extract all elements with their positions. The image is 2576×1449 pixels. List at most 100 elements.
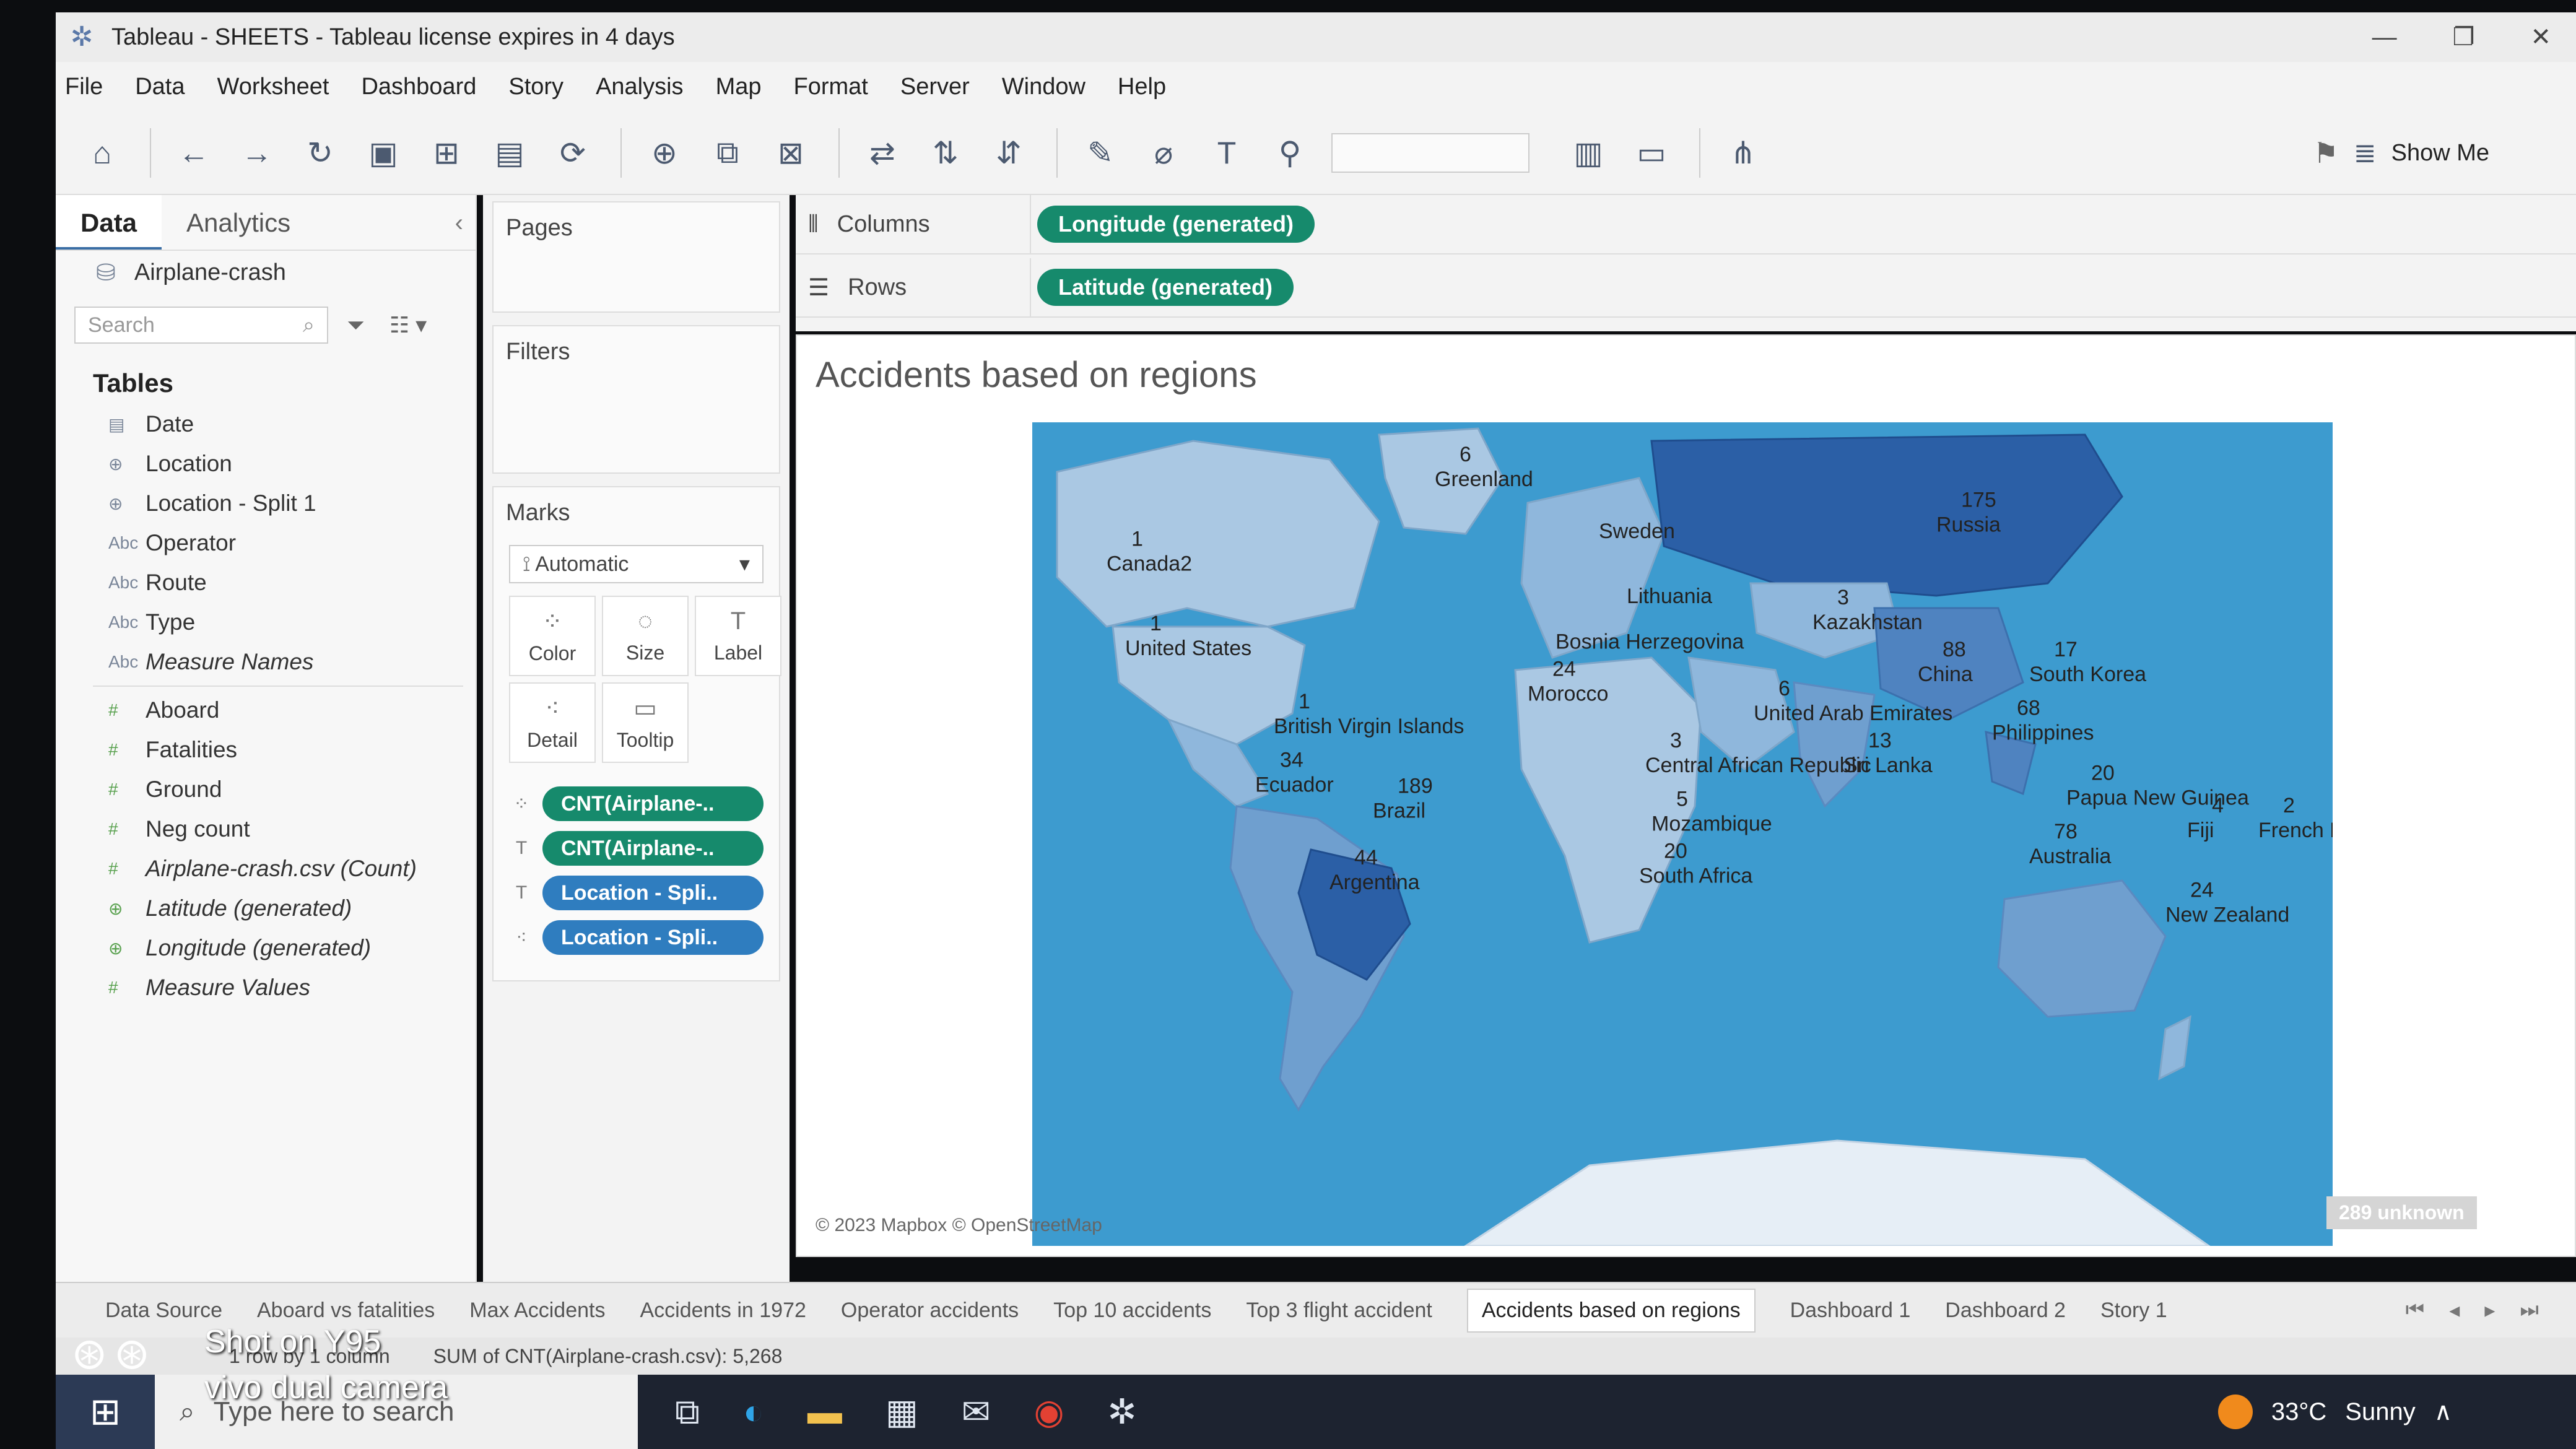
unknown-indicator[interactable]: 289 unknown bbox=[2326, 1196, 2477, 1229]
search-input[interactable]: Search ⌕ bbox=[74, 307, 328, 344]
fit-dropdown[interactable] bbox=[1331, 133, 1530, 173]
chrome-icon[interactable]: ◉ bbox=[1034, 1391, 1064, 1433]
field-item[interactable]: ⊕ Location - Split 1 bbox=[56, 484, 476, 523]
field-item[interactable]: Abc Operator bbox=[56, 523, 476, 563]
save-icon[interactable]: ▣ bbox=[362, 131, 405, 175]
field-item[interactable]: # Measure Values bbox=[56, 968, 476, 1007]
field-item[interactable]: Abc Route bbox=[56, 563, 476, 603]
filled-map[interactable]: 6 Greenland 1 Canada2 1 United States 1 British… bbox=[1032, 422, 2333, 1246]
field-item[interactable]: # Fatalities bbox=[56, 730, 476, 770]
store-icon[interactable]: ▦ bbox=[886, 1391, 918, 1433]
menu-data[interactable]: Data bbox=[135, 74, 185, 100]
sort-ascending-icon[interactable]: ⇅ bbox=[924, 131, 967, 175]
mark-type-dropdown[interactable]: ⟟ Automatic ▾ bbox=[509, 545, 764, 583]
field-item[interactable]: ⊕ Location bbox=[56, 444, 476, 484]
columns-pill[interactable]: Longitude (generated) bbox=[1037, 206, 1315, 243]
menu-window[interactable]: Window bbox=[1002, 74, 1086, 100]
first-sheet-icon[interactable]: ⏮ bbox=[2406, 1298, 2425, 1323]
sheet-tab[interactable]: Operator accidents bbox=[841, 1299, 1019, 1323]
size-mark-button[interactable]: ◌ Size bbox=[602, 596, 689, 676]
pin-icon[interactable]: ⚲ bbox=[1268, 131, 1312, 175]
highlight-icon[interactable]: ✎ bbox=[1079, 131, 1122, 175]
show-me-button[interactable]: ⚑ ≣ Show Me bbox=[2313, 136, 2489, 170]
sheet-tab[interactable]: Accidents based on regions bbox=[1466, 1288, 1756, 1333]
field-item[interactable]: ⊕ Latitude (generated) bbox=[56, 889, 476, 928]
sheet-tab[interactable]: Accidents in 1972 bbox=[640, 1299, 806, 1323]
field-item[interactable]: # Airplane-crash.csv (Count) bbox=[56, 849, 476, 889]
duplicate-sheet-icon[interactable]: ⧉ bbox=[706, 131, 749, 175]
file-explorer-icon[interactable]: ▬ bbox=[807, 1391, 842, 1433]
view-options-icon[interactable]: ☷ ▾ bbox=[389, 312, 427, 339]
field-item[interactable]: ⊕ Longitude (generated) bbox=[56, 928, 476, 968]
mark-pill[interactable]: Location - Spli.. bbox=[542, 920, 764, 955]
sheet-tab[interactable]: Max Accidents bbox=[469, 1299, 605, 1323]
group-icon[interactable]: ⌀ bbox=[1142, 131, 1185, 175]
clear-sheet-icon[interactable]: ⊠ bbox=[769, 131, 812, 175]
weather-widget[interactable]: 33°C Sunny ∧ bbox=[2217, 1395, 2452, 1429]
chevron-up-icon[interactable]: ∧ bbox=[2434, 1398, 2452, 1426]
new-datasource-icon[interactable]: ⊞ bbox=[425, 131, 468, 175]
new-worksheet-icon[interactable]: ⊕ bbox=[643, 131, 686, 175]
pages-card[interactable]: Pages bbox=[492, 201, 780, 313]
columns-shelf[interactable]: ⦀ Columns Longitude (generated) bbox=[796, 195, 2576, 255]
menu-story[interactable]: Story bbox=[508, 74, 564, 100]
mail-icon[interactable]: ✉ bbox=[962, 1391, 991, 1433]
sheet-tab[interactable]: Story 1 bbox=[2100, 1299, 2167, 1323]
chevron-left-icon[interactable]: ‹ bbox=[455, 195, 463, 250]
field-item[interactable]: Abc Measure Names bbox=[56, 642, 476, 682]
home-icon[interactable]: ⌂ bbox=[80, 131, 124, 175]
sheet-tab[interactable]: Dashboard 2 bbox=[1945, 1299, 2066, 1323]
country-canada[interactable] bbox=[1056, 440, 1380, 628]
tableau-taskbar-icon[interactable]: ✲ bbox=[1108, 1391, 1137, 1433]
menu-analysis[interactable]: Analysis bbox=[596, 74, 684, 100]
redo-icon[interactable]: → bbox=[235, 131, 279, 175]
tab-data[interactable]: Data bbox=[56, 195, 162, 250]
last-sheet-icon[interactable]: ⏭ bbox=[2520, 1298, 2539, 1323]
field-item[interactable]: Abc Type bbox=[56, 603, 476, 642]
minimize-icon[interactable]: — bbox=[2372, 24, 2397, 51]
sort-descending-icon[interactable]: ⇵ bbox=[987, 131, 1030, 175]
prev-sheet-icon[interactable]: ◂ bbox=[2449, 1298, 2460, 1323]
share-icon[interactable]: ⋔ bbox=[1721, 131, 1765, 175]
field-item[interactable]: ▤ Date bbox=[56, 404, 476, 444]
menu-help[interactable]: Help bbox=[1118, 74, 1166, 100]
menu-server[interactable]: Server bbox=[900, 74, 970, 100]
menu-file[interactable]: File bbox=[65, 74, 103, 100]
menu-dashboard[interactable]: Dashboard bbox=[361, 74, 476, 100]
datasource-item[interactable]: ⛁ Airplane-crash bbox=[56, 251, 476, 294]
menu-worksheet[interactable]: Worksheet bbox=[217, 74, 329, 100]
rows-pill[interactable]: Latitude (generated) bbox=[1037, 269, 1294, 306]
filter-icon[interactable]: ⏷ bbox=[347, 312, 365, 339]
sheet-tab[interactable]: Top 3 flight accident bbox=[1246, 1299, 1432, 1323]
refresh-icon[interactable]: ⟳ bbox=[551, 131, 594, 175]
sheet-tab[interactable]: Dashboard 1 bbox=[1790, 1299, 1911, 1323]
filters-card[interactable]: Filters bbox=[492, 325, 780, 474]
menu-format[interactable]: Format bbox=[793, 74, 868, 100]
restore-icon[interactable]: ❐ bbox=[2453, 23, 2475, 51]
field-item[interactable]: # Ground bbox=[56, 770, 476, 809]
label-mark-button[interactable]: T Label bbox=[695, 596, 781, 676]
windows-start-button[interactable]: ⊞ bbox=[56, 1375, 155, 1449]
tooltip-mark-button[interactable]: ▭ Tooltip bbox=[602, 682, 689, 763]
mark-pill[interactable]: CNT(Airplane-.. bbox=[542, 786, 764, 821]
sheet-tab[interactable]: Top 10 accidents bbox=[1053, 1299, 1211, 1323]
undo-icon[interactable]: ← bbox=[172, 131, 215, 175]
menu-map[interactable]: Map bbox=[716, 74, 762, 100]
edge-browser-icon[interactable]: ◐ bbox=[743, 1391, 764, 1433]
detail-mark-button[interactable]: ⁖ Detail bbox=[509, 682, 596, 763]
close-icon[interactable]: ✕ bbox=[2530, 23, 2551, 51]
show-labels-icon[interactable]: T bbox=[1205, 131, 1248, 175]
replay-icon[interactable]: ↻ bbox=[298, 131, 342, 175]
show-cards-icon[interactable]: ▥ bbox=[1567, 131, 1610, 175]
next-sheet-icon[interactable]: ▸ bbox=[2484, 1298, 2495, 1323]
pin-tooltip-icon[interactable]: ⚑ bbox=[2313, 136, 2338, 170]
rows-shelf[interactable]: ☰ Rows Latitude (generated) bbox=[796, 258, 2576, 318]
swap-icon[interactable]: ⇄ bbox=[861, 131, 904, 175]
mark-pill[interactable]: CNT(Airplane-.. bbox=[542, 831, 764, 866]
field-item[interactable]: # Aboard bbox=[56, 690, 476, 730]
tab-analytics[interactable]: Analytics bbox=[162, 195, 315, 250]
task-view-icon[interactable]: ⧉ bbox=[675, 1391, 700, 1433]
mark-pill[interactable]: Location - Spli.. bbox=[542, 876, 764, 910]
presentation-icon[interactable]: ▭ bbox=[1630, 131, 1673, 175]
color-mark-button[interactable]: ⁘ Color bbox=[509, 596, 596, 676]
